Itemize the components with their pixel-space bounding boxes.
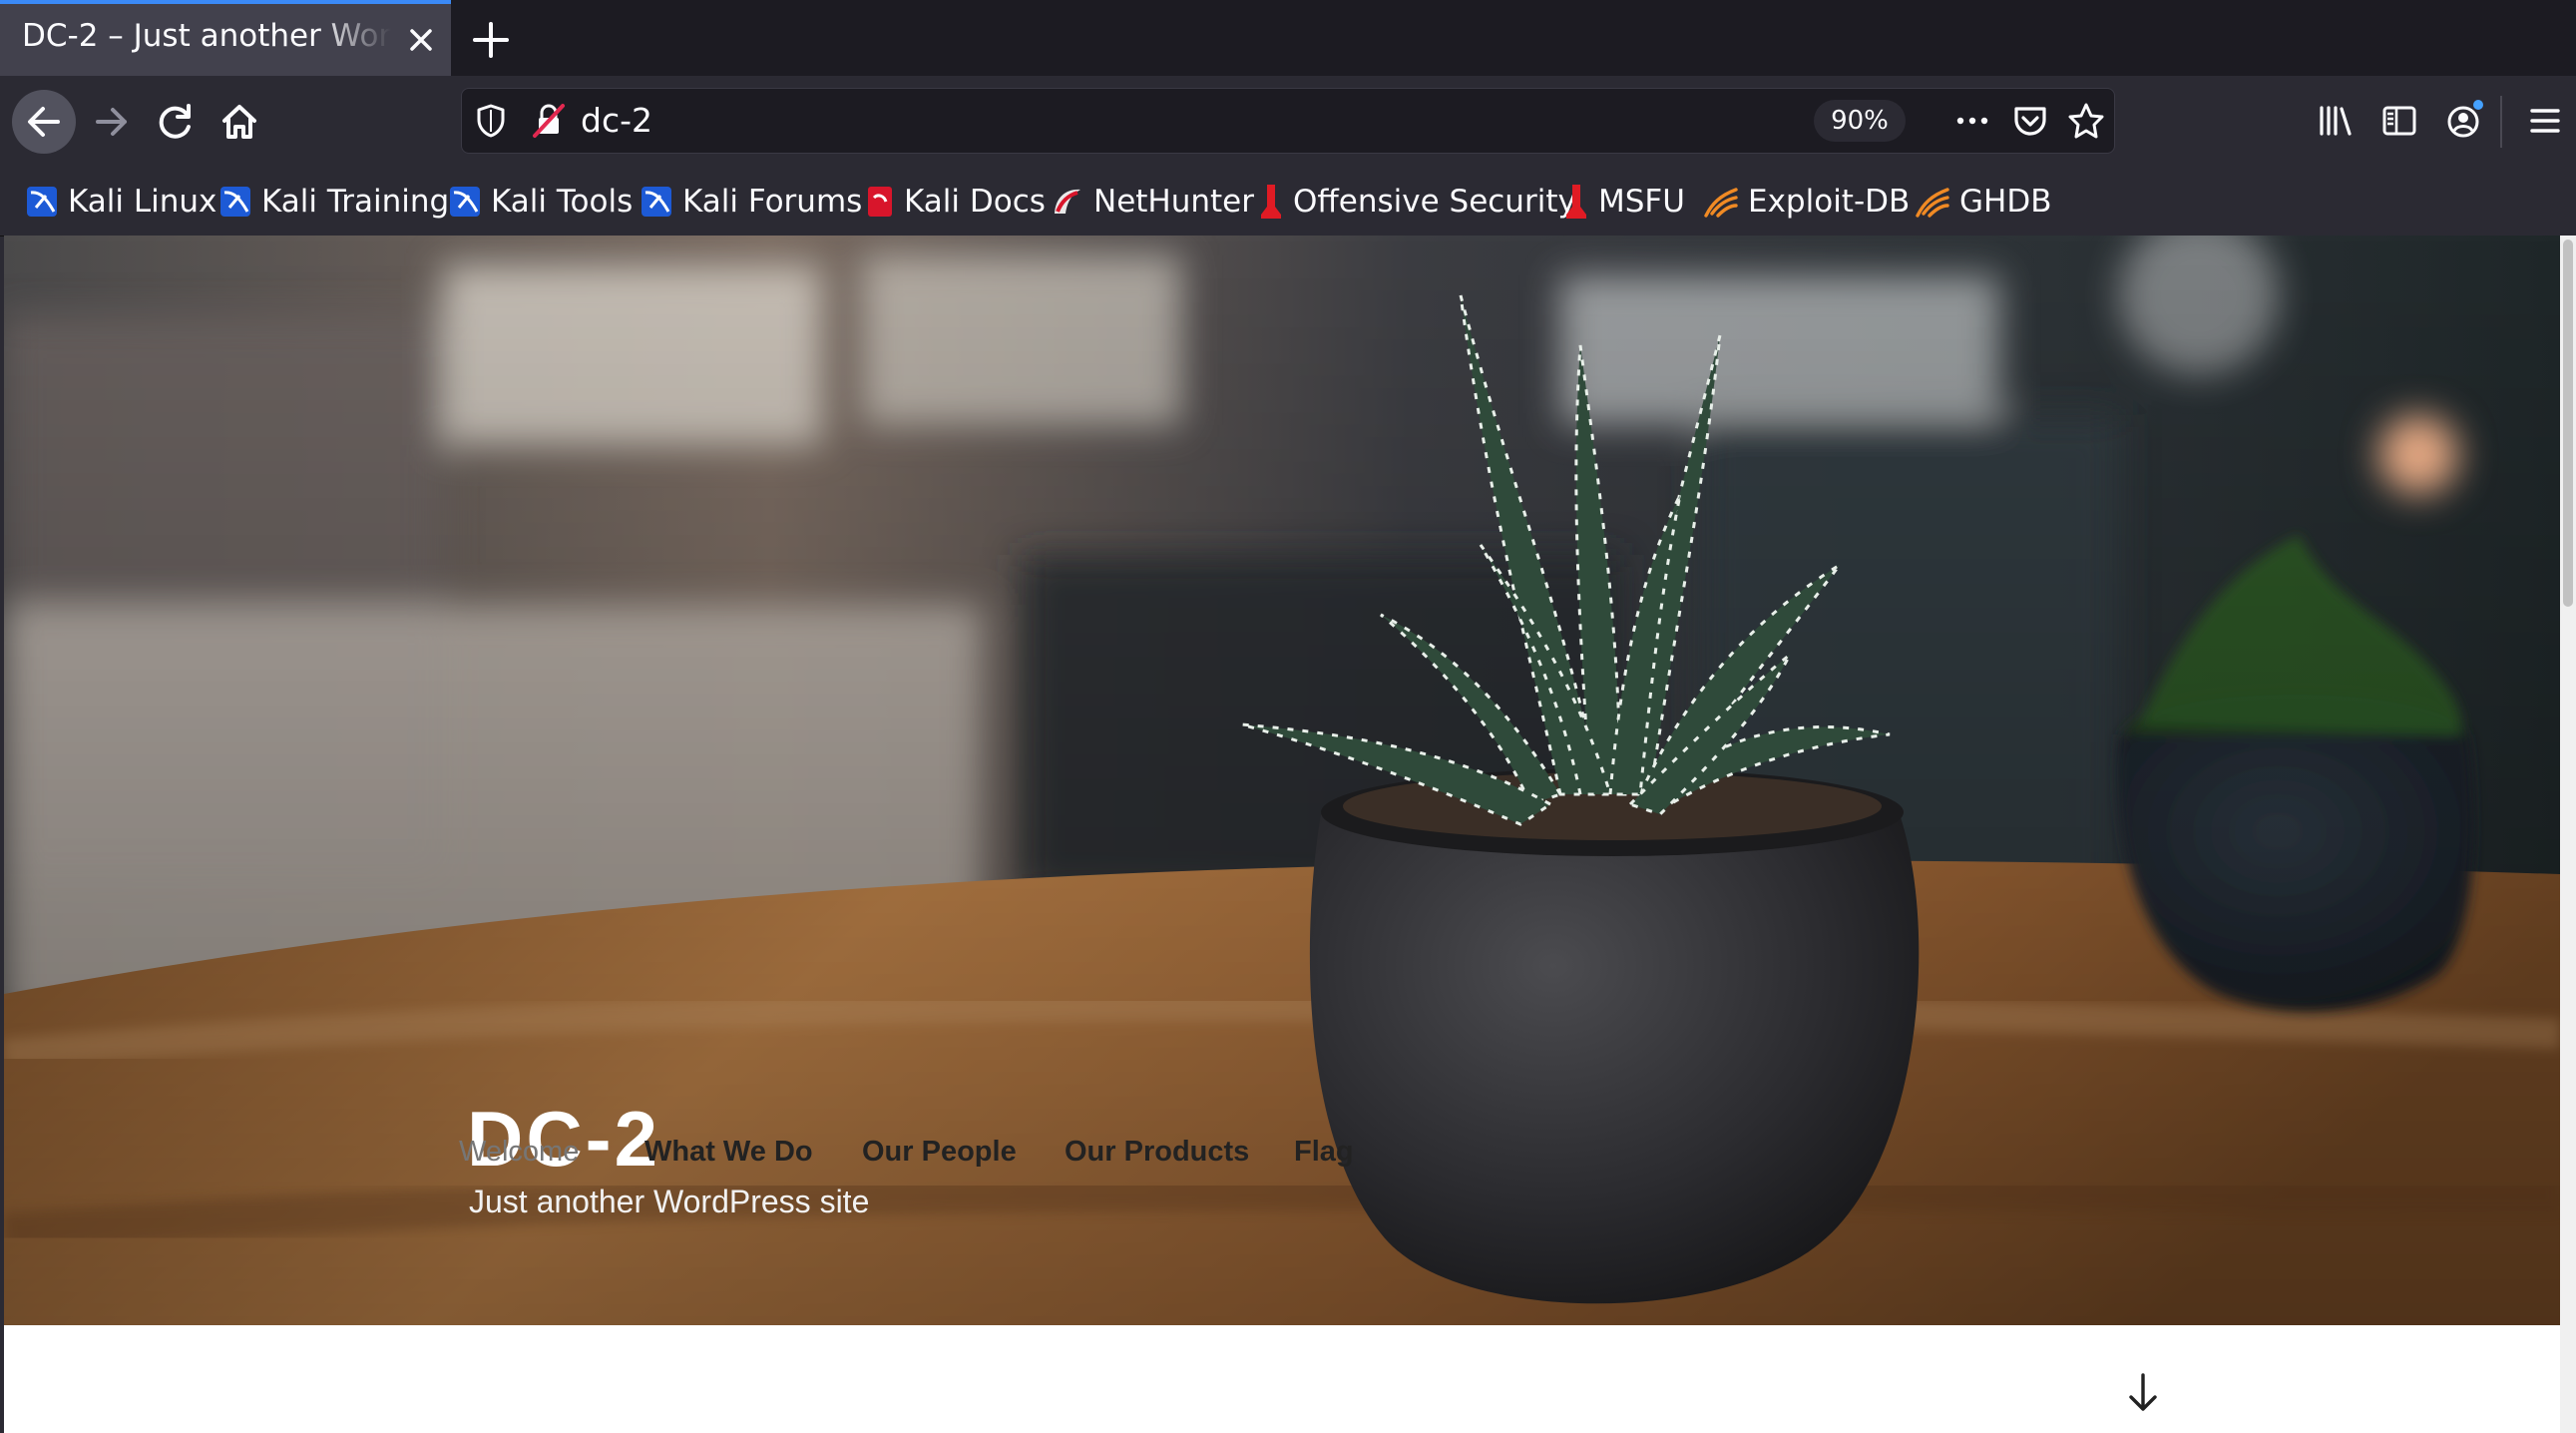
bookmark-label: Kali Tools	[491, 184, 634, 220]
header-image	[4, 236, 2560, 1325]
page-actions-icon[interactable]	[1947, 96, 1997, 146]
zoom-indicator[interactable]: 90%	[1814, 100, 1906, 142]
new-tab-icon[interactable]	[463, 12, 519, 68]
bookmark-exploit-db[interactable]: Exploit-DB	[1702, 174, 1910, 230]
menu-item-what-we-do[interactable]: What We Do	[644, 1136, 813, 1169]
account-icon[interactable]	[2438, 94, 2492, 148]
bookmark-label: Kali Forums	[682, 184, 863, 220]
bookmark-label: Exploit-DB	[1748, 184, 1911, 220]
back-icon	[28, 107, 60, 137]
bookmark-label: Kali Linux	[68, 184, 217, 220]
menu-item-welcome[interactable]: Welcome	[459, 1136, 579, 1169]
exploitdb-icon	[1704, 188, 1738, 218]
menu-icon[interactable]	[2520, 96, 2570, 146]
kali-dragon-icon	[450, 187, 480, 217]
offsec-icon	[1566, 185, 1586, 219]
bookmark-kali-training[interactable]: Kali Training	[217, 174, 449, 230]
close-icon[interactable]	[399, 18, 443, 62]
shield-icon[interactable]	[469, 98, 513, 144]
navigation-menu	[4, 1325, 2560, 1433]
bookmark-offensive-security[interactable]: Offensive Security	[1257, 174, 1576, 230]
bookmark-label: Kali Training	[261, 184, 450, 220]
bookmark-msfu[interactable]: MSFU	[1562, 174, 1685, 230]
reload-icon[interactable]	[144, 90, 208, 154]
bookmark-label: Offensive Security	[1293, 184, 1576, 220]
home-icon[interactable]	[208, 90, 271, 154]
offsec-icon	[1261, 185, 1281, 219]
tab-title: DC-2 – Just another WordPress site	[22, 18, 391, 54]
library-icon[interactable]	[2311, 96, 2361, 146]
pocket-icon[interactable]	[2005, 96, 2055, 146]
arrow-down-icon[interactable]	[2121, 1369, 2165, 1417]
bookmark-label: Kali Docs	[904, 184, 1046, 220]
bookmark-nethunter[interactable]: NetHunter	[1050, 174, 1254, 230]
bookmark-ghdb[interactable]: GHDB	[1914, 174, 2051, 230]
menu-item-our-products[interactable]: Our Products	[1065, 1136, 1249, 1169]
bookmark-kali-docs[interactable]: Kali Docs	[864, 174, 1046, 230]
toolbar-separator	[2500, 96, 2502, 148]
bookmark-kali-linux[interactable]: Kali Linux	[24, 174, 216, 230]
exploitdb-icon	[1916, 188, 1949, 218]
bookmark-kali-tools[interactable]: Kali Tools	[447, 174, 633, 230]
bookmark-label: MSFU	[1598, 184, 1685, 220]
kali-dragon-icon	[642, 187, 671, 217]
kali-dragon-icon	[220, 187, 250, 217]
bookmark-label: GHDB	[1959, 184, 2052, 220]
url-text[interactable]: dc-2	[581, 96, 652, 146]
forward-icon[interactable]	[80, 90, 144, 154]
bookmark-label: NetHunter	[1093, 184, 1254, 220]
scrollbar-thumb[interactable]	[2563, 239, 2573, 607]
insecure-lock-icon[interactable]	[527, 98, 573, 144]
bookmark-star-icon[interactable]	[2061, 96, 2111, 146]
kali-docs-icon	[868, 187, 892, 217]
sidebar-icon[interactable]	[2374, 96, 2424, 146]
web-page: DC-2 Just another WordPress site	[4, 236, 2560, 1433]
nethunter-icon	[1055, 189, 1080, 214]
menu-item-our-people[interactable]: Our People	[862, 1136, 1017, 1169]
bookmark-kali-forums[interactable]: Kali Forums	[639, 174, 862, 230]
back-button[interactable]	[12, 90, 76, 154]
kali-dragon-icon	[27, 187, 57, 217]
menu-item-flag[interactable]: Flag	[1294, 1136, 1354, 1169]
site-description: Just another WordPress site	[469, 1184, 870, 1219]
